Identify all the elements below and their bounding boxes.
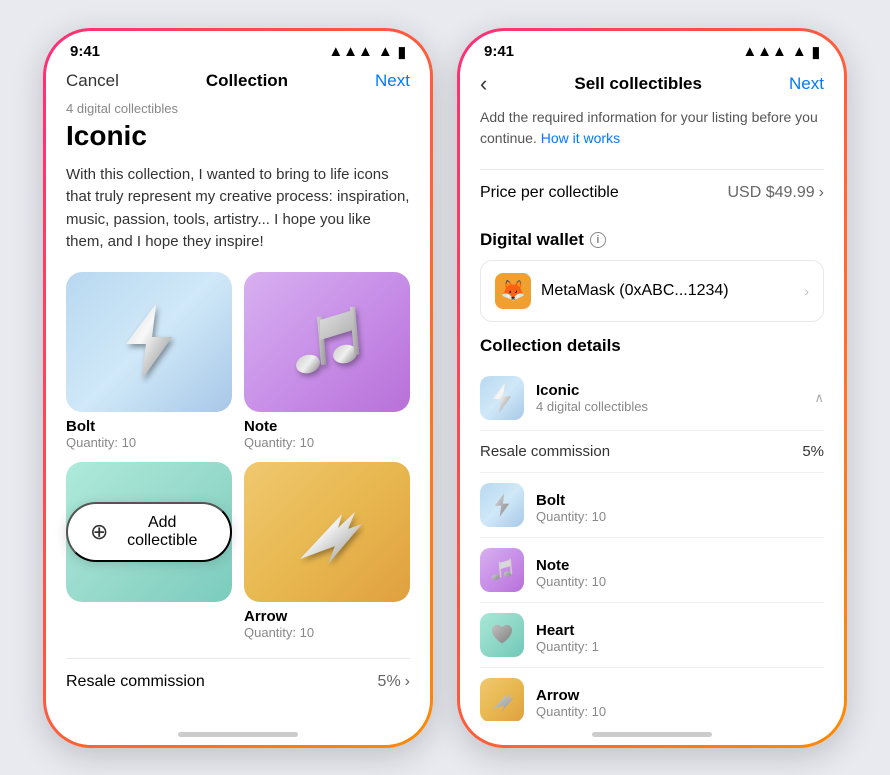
nft-image-arrow[interactable]: [244, 462, 410, 602]
resale-chevron: ›: [405, 673, 410, 691]
resale-row-right: Resale commission 5%: [480, 431, 824, 473]
collection-details-section: Collection details: [480, 336, 824, 721]
collection-info: Iconic 4 digital collectibles: [536, 382, 802, 414]
nft-thumb-bolt-right: [480, 483, 524, 527]
nft-info-heart-right: Heart Quantity: 1: [536, 616, 599, 654]
resale-percent: 5%: [378, 673, 401, 691]
nft-name-arrow-right: Arrow: [536, 687, 606, 704]
plus-icon: ⊕: [90, 521, 108, 543]
metamask-icon: 🦊: [495, 273, 531, 309]
nft-qty-bolt: Quantity: 10: [66, 435, 232, 450]
signal-icon-right: ▲▲▲: [742, 43, 787, 60]
nft-qty-note: Quantity: 10: [244, 435, 410, 450]
price-row[interactable]: Price per collectible USD $49.99 ›: [480, 169, 824, 216]
home-indicator-left: [178, 732, 298, 737]
nft-thumb-heart-right: [480, 613, 524, 657]
cancel-button[interactable]: Cancel: [66, 71, 119, 91]
chevron-up-icon: ∧: [814, 390, 824, 406]
nft-item-note: Note Quantity: 10: [244, 272, 410, 450]
sell-description: Add the required information for your li…: [480, 107, 824, 153]
resale-commission-row[interactable]: Resale commission 5% ›: [66, 658, 410, 705]
collection-row-iconic[interactable]: Iconic 4 digital collectibles ∧: [480, 366, 824, 431]
wallet-chevron: ›: [804, 283, 809, 299]
resale-label: Resale commission: [66, 673, 205, 691]
status-bar-right: 9:41 ▲▲▲ ▲ ▮: [460, 31, 844, 65]
collection-description: With this collection, I wanted to bring …: [66, 164, 410, 254]
how-it-works-link[interactable]: How it works: [541, 130, 620, 146]
nft-image-bolt[interactable]: [66, 272, 232, 412]
nav-bar-right: ‹ Sell collectibles Next: [460, 65, 844, 107]
nft-image-note[interactable]: [244, 272, 410, 412]
left-content: 4 digital collectibles Iconic With this …: [46, 101, 430, 715]
collection-name: Iconic: [536, 382, 802, 399]
nft-list-item-heart: Heart Quantity: 1: [480, 603, 824, 668]
resale-label-right: Resale commission: [480, 443, 610, 460]
nft-info-bolt-right: Bolt Quantity: 10: [536, 486, 606, 524]
wallet-name: MetaMask (0xABC...1234): [541, 282, 729, 300]
resale-value: 5% ›: [378, 673, 410, 691]
nft-item-heart: ⊕ Add collectible: [66, 462, 232, 640]
time-left: 9:41: [70, 43, 100, 60]
nft-name-arrow: Arrow: [244, 608, 410, 625]
status-icons-left: ▲▲▲ ▲ ▮: [328, 43, 406, 61]
nav-bar-left: Cancel Collection Next: [46, 65, 430, 101]
nav-title-right: Sell collectibles: [574, 74, 702, 94]
right-content: Add the required information for your li…: [460, 107, 844, 721]
collection-section-title: Collection details: [480, 336, 824, 356]
time-right: 9:41: [484, 43, 514, 60]
add-collectible-label: Add collectible: [116, 514, 208, 550]
price-chevron: ›: [819, 184, 824, 202]
nft-list-item-arrow: Arrow Quantity: 10: [480, 668, 824, 721]
nft-qty-arrow: Quantity: 10: [244, 625, 410, 640]
info-icon[interactable]: i: [590, 232, 606, 248]
price-label: Price per collectible: [480, 184, 619, 202]
nft-list-item-bolt: Bolt Quantity: 10: [480, 473, 824, 538]
nft-grid: Bolt Quantity: 10: [66, 272, 410, 640]
back-button[interactable]: ‹: [480, 71, 487, 97]
nft-name-bolt: Bolt: [66, 418, 232, 435]
signal-icon: ▲▲▲: [328, 43, 373, 60]
battery-icon-right: ▮: [812, 43, 820, 61]
wifi-icon-right: ▲: [792, 43, 807, 60]
nft-info-note-right: Note Quantity: 10: [536, 551, 606, 589]
nft-item-bolt: Bolt Quantity: 10: [66, 272, 232, 450]
wallet-section-title: Digital wallet i: [480, 230, 824, 250]
nft-name-note: Note: [244, 418, 410, 435]
left-phone: 9:41 ▲▲▲ ▲ ▮ Cancel Collection Next 4 di…: [43, 28, 433, 748]
nft-thumb-arrow-right: [480, 678, 524, 721]
nft-name-heart-right: Heart: [536, 622, 599, 639]
wallet-row[interactable]: 🦊 MetaMask (0xABC...1234) ›: [480, 260, 824, 322]
price-value: USD $49.99: [728, 184, 815, 202]
nft-qty-note-right: Quantity: 10: [536, 574, 606, 589]
wifi-icon: ▲: [378, 43, 393, 60]
next-button-left[interactable]: Next: [375, 71, 410, 91]
nft-list-item-note: Note Quantity: 10: [480, 538, 824, 603]
collection-subtitle: 4 digital collectibles: [66, 101, 410, 116]
wallet-left: 🦊 MetaMask (0xABC...1234): [495, 273, 729, 309]
nft-name-note-right: Note: [536, 557, 606, 574]
collection-thumb: [480, 376, 524, 420]
next-button-right[interactable]: Next: [789, 74, 824, 94]
nft-qty-heart-right: Quantity: 1: [536, 639, 599, 654]
nft-thumb-note-right: [480, 548, 524, 592]
nft-qty-arrow-right: Quantity: 10: [536, 704, 606, 719]
nft-qty-bolt-right: Quantity: 10: [536, 509, 606, 524]
nft-info-arrow-right: Arrow Quantity: 10: [536, 681, 606, 719]
resale-value-right: 5%: [802, 443, 824, 460]
resale-note: If a collectible from this collection is…: [66, 705, 410, 715]
nft-item-arrow: Arrow Quantity: 10: [244, 462, 410, 640]
price-value-container: USD $49.99 ›: [728, 184, 825, 202]
status-icons-right: ▲▲▲ ▲ ▮: [742, 43, 820, 61]
nft-name-bolt-right: Bolt: [536, 492, 606, 509]
right-phone: 9:41 ▲▲▲ ▲ ▮ ‹ Sell collectibles Next Ad…: [457, 28, 847, 748]
status-bar-left: 9:41 ▲▲▲ ▲ ▮: [46, 31, 430, 65]
add-collectible-button[interactable]: ⊕ Add collectible: [66, 502, 232, 562]
collection-title: Iconic: [66, 120, 410, 152]
add-overlay: ⊕ Add collectible: [66, 462, 232, 602]
nav-title-left: Collection: [206, 71, 288, 91]
home-indicator-right: [592, 732, 712, 737]
battery-icon: ▮: [398, 43, 406, 61]
collection-sub: 4 digital collectibles: [536, 399, 802, 414]
